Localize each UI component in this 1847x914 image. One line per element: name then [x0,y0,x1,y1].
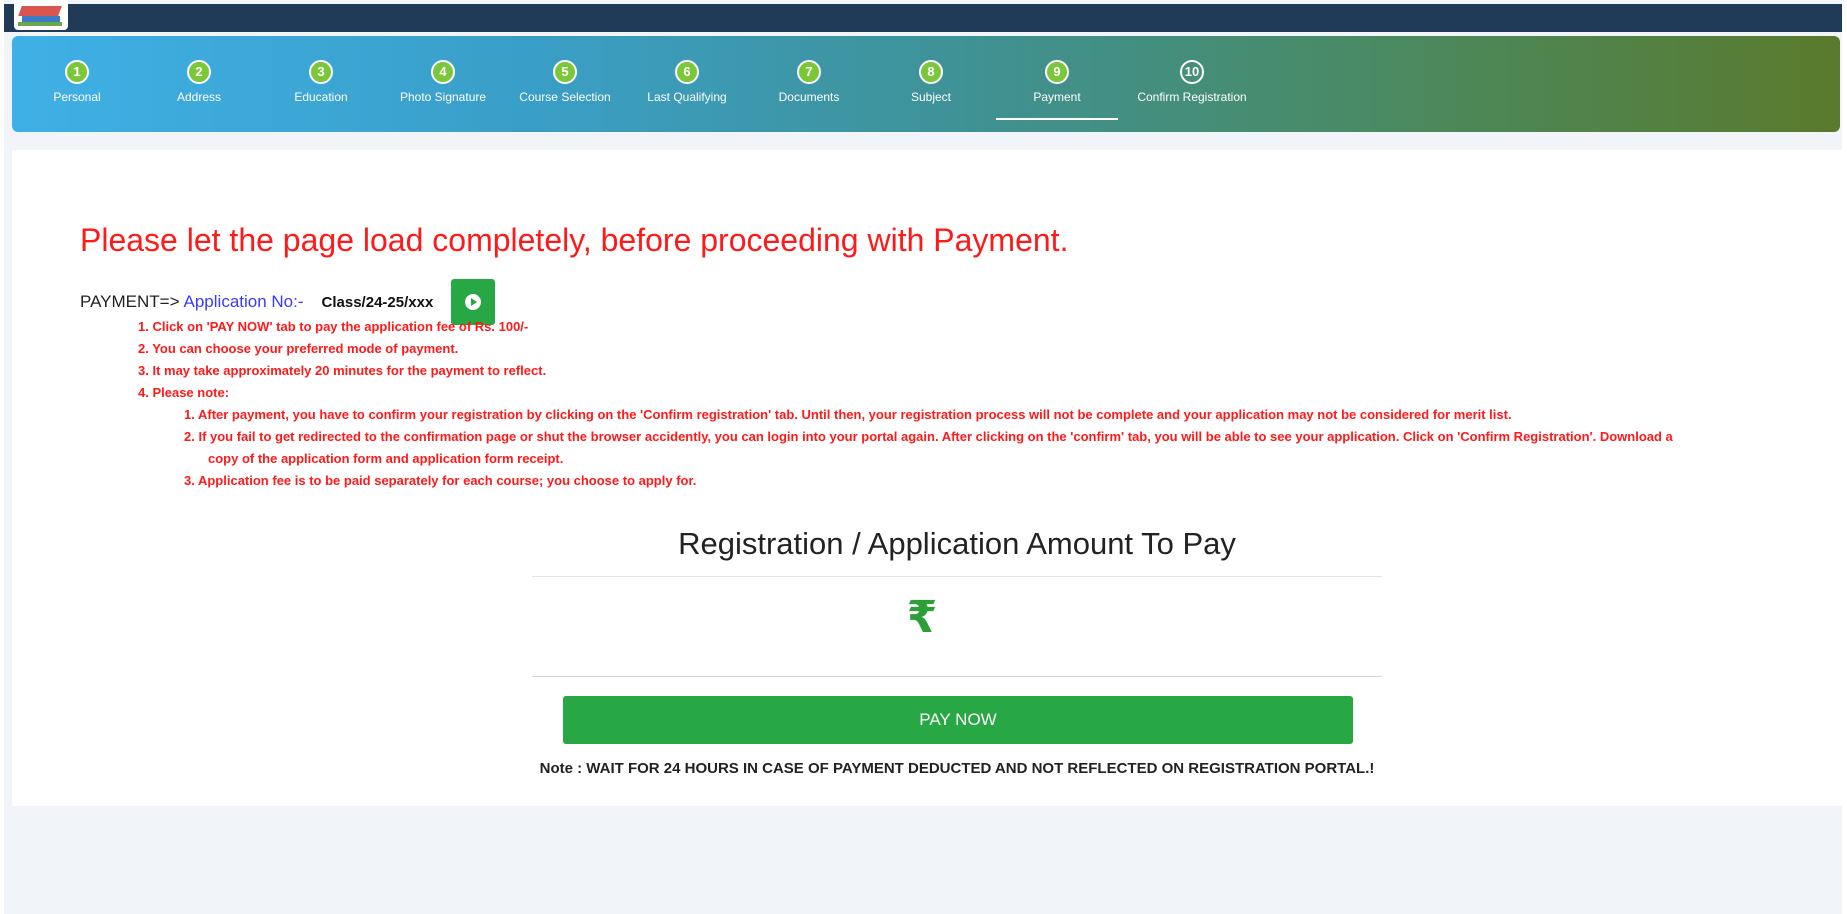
step-label: Payment [1033,90,1081,104]
note-item-continued: copy of the application form and applica… [208,451,564,466]
active-step-underline [996,118,1118,120]
step-label: Confirm Registration [1137,90,1247,104]
step-label: Education [294,90,348,104]
step-number: 3 [309,60,333,84]
step-number: 9 [1045,60,1069,84]
note-item: 1. After payment, you have to confirm yo… [184,407,1512,422]
payment-footer-note: Note : WAIT FOR 24 HOURS IN CASE OF PAYM… [539,760,1375,777]
step-documents[interactable]: 7 Documents [748,60,870,120]
page-load-warning: Please let the page load completely, bef… [80,222,1069,258]
step-payment[interactable]: 9 Payment [996,60,1118,120]
step-number: 5 [553,60,577,84]
divider [532,676,1382,677]
instruction-item: 4. Please note: [138,385,230,400]
step-last-qualifying[interactable]: 6 Last Qualifying [626,60,748,120]
step-number: 7 [797,60,821,84]
application-no-label: Application No:- [183,292,304,311]
payment-instructions: 1. Click on 'PAY NOW' tab to pay the app… [138,316,1828,492]
step-label: Address [176,90,222,104]
step-address[interactable]: 2 Address [138,60,260,120]
amount-title: Registration / Application Amount To Pay [678,526,1236,561]
step-number: 10 [1180,60,1204,84]
step-number: 1 [65,60,89,84]
step-number: 8 [919,60,943,84]
step-personal[interactable]: 1 Personal [16,60,138,120]
note-item: 2. If you fail to get redirected to the … [184,429,1673,444]
step-number: 2 [187,60,211,84]
step-label: Last Qualifying [647,90,727,104]
step-label: Course Selection [519,90,611,104]
step-label: Photo Signature [399,90,487,104]
payment-panel: Please let the page load completely, bef… [12,150,1842,806]
application-number: Class/24-25/xxx [321,293,434,311]
step-label: Documents [778,90,840,104]
rupee-icon: ₹ [906,593,938,642]
play-icon [465,294,482,310]
page-frame: 1 Personal 2 Address 3 Education 4 Photo… [4,0,1842,914]
step-confirm-registration[interactable]: 10 Confirm Registration [1118,60,1266,120]
instruction-item: 1. Click on 'PAY NOW' tab to pay the app… [138,319,529,334]
step-label: Subject [910,90,952,104]
step-subject[interactable]: 8 Subject [870,60,992,120]
institution-logo-icon[interactable] [14,0,68,30]
pay-now-button[interactable]: PAY NOW [563,696,1353,744]
top-bar [4,4,1842,32]
instruction-item: 2. You can choose your preferred mode of… [138,341,459,356]
step-education[interactable]: 3 Education [260,60,382,120]
step-photo-signature[interactable]: 4 Photo Signature [382,60,504,120]
divider [532,576,1382,577]
payment-prefix: PAYMENT=> [80,292,180,311]
note-item: 3. Application fee is to be paid separat… [184,473,697,488]
registration-stepper: 1 Personal 2 Address 3 Education 4 Photo… [12,36,1840,132]
step-course-selection[interactable]: 5 Course Selection [504,60,626,120]
step-number: 4 [431,60,455,84]
instruction-item: 3. It may take approximately 20 minutes … [138,363,547,378]
step-label: Personal [53,90,101,104]
step-number: 6 [675,60,699,84]
